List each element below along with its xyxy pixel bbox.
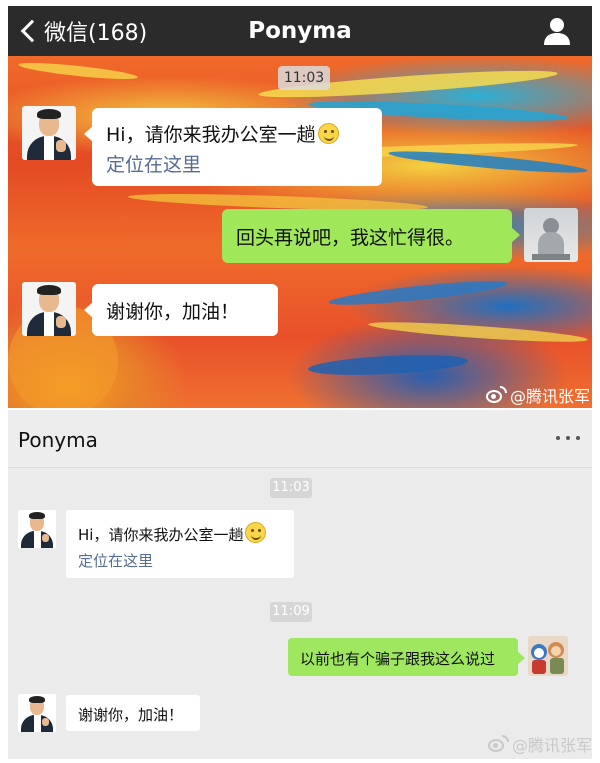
message-bubble-incoming[interactable]: Hi，请你来我办公室一趟 定位在这里 [84, 108, 382, 186]
message-text: Hi，请你来我办公室一趟 [78, 526, 244, 544]
timestamp: 11:03 [270, 478, 312, 498]
weibo-icon [488, 735, 510, 753]
message-text: 谢谢你，加油！ [78, 706, 184, 724]
watermark: @腾讯张军 [486, 383, 590, 407]
message-bubble-outgoing[interactable]: 以前也有个骗子跟我这么说过 [288, 638, 525, 676]
timestamp: 11:03 [278, 66, 330, 90]
self-avatar[interactable] [528, 636, 568, 676]
self-avatar[interactable] [524, 208, 578, 262]
watermark-text: @腾讯张军 [512, 736, 592, 755]
message-bubble-outgoing[interactable]: 回头再说吧，我这忙得很。 [222, 209, 520, 263]
watermark-text: @腾讯张军 [510, 387, 591, 406]
weibo-icon [486, 386, 508, 404]
message-bubble-incoming[interactable]: 谢谢你，加油！ [66, 695, 200, 731]
chat-title: Ponyma [18, 428, 98, 452]
message-text: 以前也有个骗子跟我这么说过 [300, 650, 496, 668]
user-icon[interactable] [542, 16, 572, 46]
contact-avatar[interactable] [18, 694, 56, 732]
watermark: @腾讯张军 [488, 732, 592, 756]
chat-screenshot-top: 微信(168) Ponyma 11:03 Hi，请你来我办公室一趟 定位在这里 … [8, 6, 592, 408]
contact-avatar[interactable] [18, 510, 56, 548]
title-bar: Ponyma [8, 410, 592, 468]
smile-emoji-icon [245, 522, 267, 543]
timestamp: 11:09 [270, 602, 312, 622]
contact-avatar[interactable] [22, 106, 76, 160]
message-text: 回头再说吧，我这忙得很。 [236, 227, 465, 249]
location-link[interactable]: 定位在这里 [106, 150, 201, 177]
location-link[interactable]: 定位在这里 [78, 550, 153, 571]
more-dots-icon[interactable] [556, 434, 580, 442]
message-text: 谢谢你，加油！ [106, 301, 240, 323]
contact-avatar[interactable] [22, 282, 76, 336]
title-bar: 微信(168) Ponyma [8, 6, 592, 56]
message-bubble-incoming[interactable]: Hi，请你来我办公室一趟 定位在这里 [66, 510, 294, 578]
chat-screenshot-bottom: Ponyma 11:03 Hi，请你来我办公室一趟 定位在这里 11:09 以前… [8, 410, 592, 759]
message-bubble-incoming[interactable]: 谢谢你，加油！ [84, 284, 278, 336]
smile-emoji-icon [317, 123, 339, 144]
message-text: Hi，请你来我办公室一趟 [106, 124, 316, 146]
chat-title: Ponyma [248, 18, 352, 44]
